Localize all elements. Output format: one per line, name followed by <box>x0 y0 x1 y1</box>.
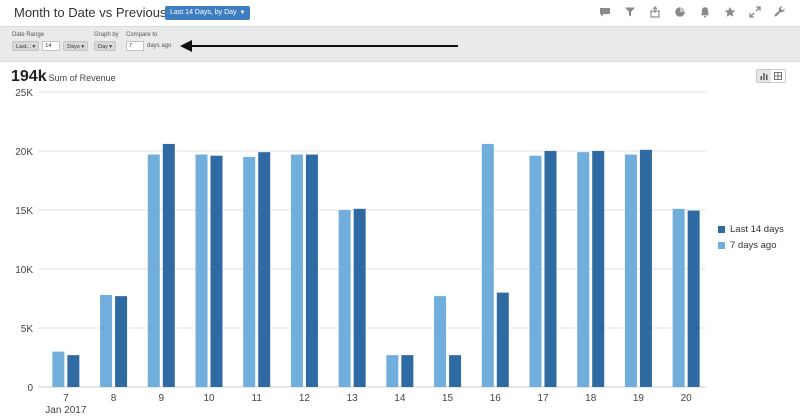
y-tick-label: 10K <box>15 265 33 276</box>
x-tick-label: 10 <box>203 393 215 404</box>
bar-7-days-ago <box>386 355 399 387</box>
date-range-dropdown-label: Last 14 Days, by Day <box>170 9 237 16</box>
bar-last-14-days <box>449 355 462 387</box>
bar-last-14-days <box>67 355 80 387</box>
x-tick-label: 12 <box>299 393 311 404</box>
star-icon[interactable] <box>724 6 736 18</box>
chart-legend: Last 14 days 7 days ago <box>718 224 784 256</box>
bar-7-days-ago <box>243 156 256 387</box>
compare-to-label: Compare to <box>126 32 158 38</box>
wrench-icon[interactable] <box>774 6 786 18</box>
bar-last-14-days <box>305 154 318 387</box>
graph-by-select[interactable]: Day ▾ <box>94 41 117 51</box>
chart-grid <box>38 91 706 388</box>
compare-to-input[interactable]: 7 <box>126 41 144 51</box>
legend-item[interactable]: 7 days ago <box>718 240 784 251</box>
bar-last-14-days <box>115 296 128 387</box>
bar-last-14-days <box>592 151 605 387</box>
bar-last-14-days <box>162 143 175 387</box>
x-tick-label: 15 <box>442 393 454 404</box>
date-range-count-input[interactable]: 14 <box>42 41 61 51</box>
legend-item[interactable]: Last 14 days <box>718 224 784 235</box>
share-icon[interactable] <box>649 6 661 18</box>
x-tick-label: 8 <box>111 393 117 404</box>
annotation-arrow <box>180 40 458 52</box>
y-tick-label: 5K <box>21 324 34 335</box>
x-tick-label: 20 <box>681 393 693 404</box>
y-tick-label: 15K <box>15 206 33 217</box>
chevron-down-icon: ▼ <box>239 10 246 16</box>
bar-7-days-ago <box>338 210 351 387</box>
bar-last-14-days <box>401 355 414 387</box>
bar-7-days-ago <box>147 154 160 387</box>
x-tick-label: 13 <box>347 393 359 404</box>
revenue-bar-chart: 0 5K 10K 15K 20K 25K 7Jan 2017 8 9 10 11 12 13 14 15 16… <box>15 88 706 416</box>
graph-by-label: Graph by <box>94 32 119 38</box>
date-range-unit-select[interactable]: Days ▾ <box>63 41 89 51</box>
graph-by-filter: Graph by Day ▾ <box>94 32 119 51</box>
date-range-mode-select[interactable]: Last... ▾ <box>12 41 40 51</box>
bar-7-days-ago <box>481 143 494 387</box>
x-tick-label: 18 <box>585 393 597 404</box>
x-tick-label: 16 <box>490 393 502 404</box>
report-header: Month to Date vs Previous Periods Last 1… <box>0 0 800 26</box>
x-tick-label: 11 <box>252 393 263 404</box>
header-toolbar <box>599 6 786 18</box>
x-tick-label: 9 <box>159 393 165 404</box>
bar-last-14-days <box>210 155 223 387</box>
bar-7-days-ago <box>434 296 447 387</box>
expand-icon[interactable] <box>749 6 761 18</box>
x-tick-label: 17 <box>537 393 549 404</box>
bar-7-days-ago <box>52 351 65 387</box>
comment-icon[interactable] <box>599 6 611 18</box>
legend-swatch <box>718 226 725 233</box>
bar-last-14-days <box>687 210 700 387</box>
graph-by-value: Day <box>98 44 108 50</box>
bar-7-days-ago <box>290 154 303 387</box>
compare-to-filter: Compare to 7 days ago <box>126 32 171 51</box>
bar-last-14-days <box>544 151 557 387</box>
legend-label: Last 14 days <box>730 224 784 235</box>
bar-7-days-ago <box>100 294 113 387</box>
filter-icon[interactable] <box>624 6 636 18</box>
date-range-label: Date Range <box>12 32 45 38</box>
date-range-unit-value: Days <box>67 44 80 50</box>
y-tick-label: 0 <box>27 383 33 394</box>
bar-last-14-days <box>258 152 271 387</box>
bar-7-days-ago <box>577 152 590 387</box>
bar-7-days-ago <box>672 208 685 387</box>
y-tick-label: 20K <box>15 147 33 158</box>
y-tick-label: 25K <box>15 88 33 99</box>
bar-7-days-ago <box>624 154 637 387</box>
bar-7-days-ago <box>195 154 208 387</box>
x-tick-label: 19 <box>633 393 645 404</box>
bar-7-days-ago <box>529 155 542 387</box>
x-tick-label: 14 <box>394 393 406 404</box>
bar-last-14-days <box>496 292 509 387</box>
date-range-mode-value: Last... <box>16 44 31 50</box>
chart-bars <box>52 143 700 387</box>
date-range-dropdown[interactable]: Last 14 Days, by Day ▼ <box>165 6 251 20</box>
date-range-filter: Date Range Last... ▾ 14 Days ▾ <box>12 32 89 51</box>
bar-last-14-days <box>353 208 366 387</box>
pie-chart-icon[interactable] <box>674 6 686 18</box>
compare-to-suffix: days ago <box>147 43 172 49</box>
x-axis-date-label: Jan 2017 <box>45 405 87 416</box>
bar-last-14-days <box>639 149 652 387</box>
legend-label: 7 days ago <box>730 240 777 251</box>
x-tick-label: 7 <box>63 393 69 404</box>
bell-icon[interactable] <box>699 6 711 18</box>
legend-swatch <box>718 242 725 249</box>
